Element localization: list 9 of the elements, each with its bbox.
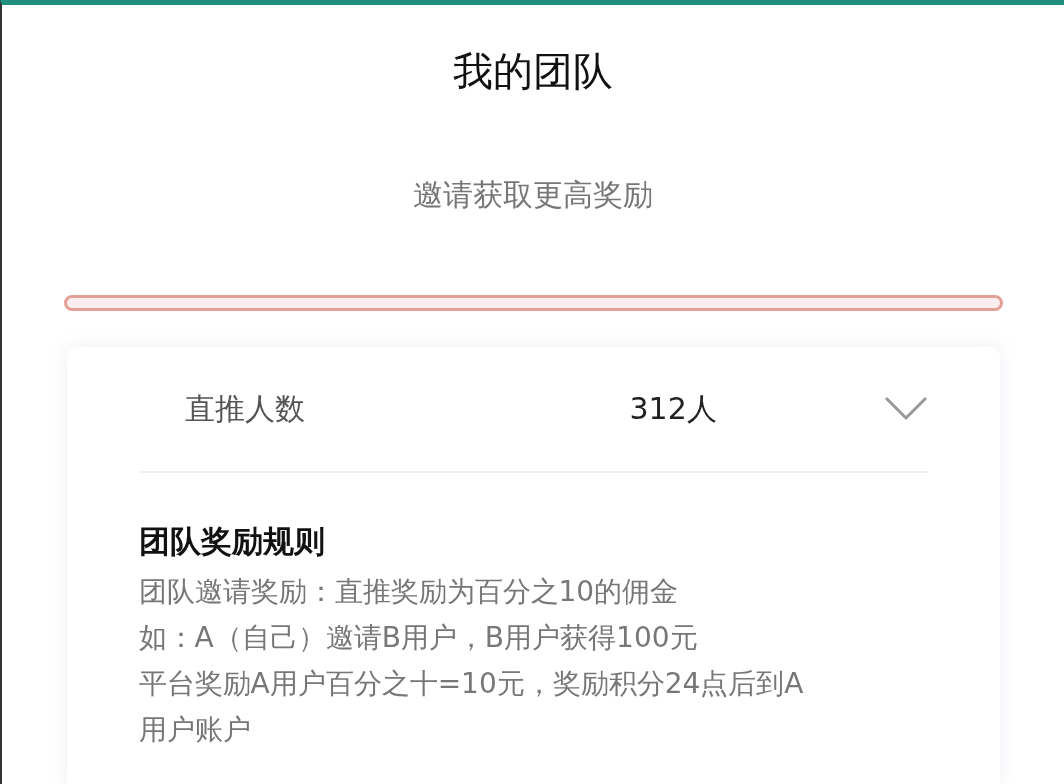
rule-text: 平台奖励A用户百分之十=10元，奖励积分24点后到A用户账户 [138, 666, 805, 748]
rule-text: 团队邀请奖励：直推奖励为百分之10的佣金 [138, 574, 680, 610]
field-label: 直推人数 [184, 389, 306, 428]
subtitle: 邀请获取更高奖励 [413, 177, 653, 213]
chevron-icon[interactable] [883, 396, 928, 422]
rules-title: 团队奖励规则 [138, 522, 326, 561]
rule-text: 如：A（自己）邀请B用户，B用户获得100元 [138, 620, 699, 656]
field-value: 312人 [629, 389, 718, 428]
page-title: 我的团队 [453, 47, 613, 95]
